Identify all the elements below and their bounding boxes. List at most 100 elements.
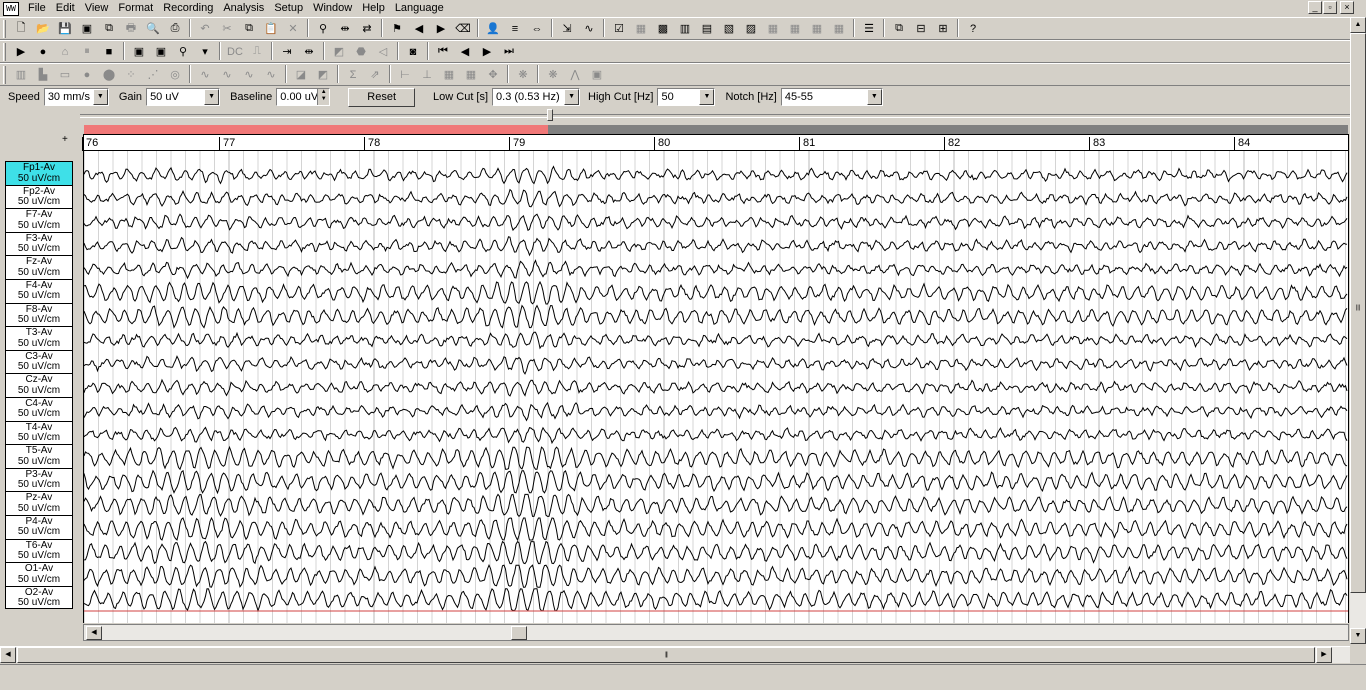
check-icon[interactable]: ☑ [608,19,630,39]
compress-icon[interactable]: ⇲ [556,19,578,39]
grid2-icon[interactable]: ▦ [460,65,482,85]
copy2-icon[interactable]: ⧉ [238,19,260,39]
toolbar-grip[interactable] [3,19,6,38]
camera-icon[interactable]: ⌂ [54,42,76,62]
cut-icon[interactable]: ✂ [216,19,238,39]
channel-label-p4-av[interactable]: P4-Av 50 uV/cm [5,514,73,539]
trace-scroll-thumb[interactable] [511,626,527,640]
position-slider-thumb[interactable] [547,109,553,121]
trace-horizontal-scrollbar[interactable]: ◀ [83,624,1349,641]
channel-label-t3-av[interactable]: T3-Av 50 uV/cm [5,326,73,350]
channel-label-c4-av[interactable]: C4-Av 50 uV/cm [5,396,73,421]
speed-select[interactable]: 30 mm/s ▼ [43,88,109,106]
scroll-left-icon[interactable]: ◀ [86,626,102,640]
eeg-trace-area[interactable] [83,151,1349,623]
channel-label-t5-av[interactable]: T5-Av 50 uV/cm [5,444,73,468]
marker-next-icon[interactable]: ▶ [430,19,452,39]
bars-icon[interactable]: ▥ [10,65,32,85]
calibrate-icon[interactable]: ⎍ [246,42,268,62]
cascade-icon[interactable]: ⧉ [888,19,910,39]
channel-label-t6-av[interactable]: T6-Av 50 uV/cm [5,538,73,563]
cursor-v-icon[interactable]: ⊥ [416,65,438,85]
print-icon[interactable]: 🖶 [120,19,142,39]
channel-label-f3-av[interactable]: F3-Av 50 uV/cm [5,231,73,256]
toolbar-grip[interactable] [3,65,6,84]
paste-icon[interactable]: 📋 [260,19,282,39]
baseline-spinner[interactable]: 0.00 uV ▲ ▼ [276,88,331,106]
brain-icon[interactable]: ❋ [512,65,534,85]
tile-v-icon[interactable]: ⊞ [932,19,954,39]
close-button[interactable]: × [1340,1,1354,14]
save-icon[interactable]: 💾 [54,19,76,39]
channel-label-f4-av[interactable]: F4-Av 50 uV/cm [5,278,73,303]
filter-icon[interactable]: ∿ [578,19,600,39]
menu-window[interactable]: Window [308,0,357,17]
chart-icon[interactable]: ⇗ [364,65,386,85]
slash-box2-icon[interactable]: ◩ [312,65,334,85]
help-icon[interactable]: ? [962,19,984,39]
reset-button[interactable]: Reset [348,87,416,107]
stat-icon[interactable]: ▙ [32,65,54,85]
chevron-down-icon[interactable]: ▼ [204,89,220,105]
cursor-h-icon[interactable]: ⊢ [394,65,416,85]
channel-label-f8-av[interactable]: F8-Av 50 uV/cm [5,302,73,327]
spike-icon[interactable]: ⋀ [564,65,586,85]
recording-progress-bar[interactable] [84,125,1348,134]
rewind-icon[interactable]: ⏮ [432,42,454,62]
menu-recording[interactable]: Recording [158,0,218,17]
channel-label-p3-av[interactable]: P3-Av 50 uV/cm [5,467,73,492]
brain2-icon[interactable]: ❋ [542,65,564,85]
map3-icon[interactable]: ▥ [674,19,696,39]
scroll-left-icon[interactable]: ◀ [0,647,16,663]
sound-icon[interactable]: ◁ [372,42,394,62]
channel-label-fz-av[interactable]: Fz-Av 50 uV/cm [5,255,73,279]
scatter-icon[interactable]: ⋰ [142,65,164,85]
map2-icon[interactable]: ▩ [652,19,674,39]
channel-label-cz-av[interactable]: Cz-Av 50 uV/cm [5,373,73,397]
montage-icon[interactable]: ≡ [504,19,526,39]
undo-icon[interactable]: ↶ [194,19,216,39]
photo2-icon[interactable]: ▣ [150,42,172,62]
map9-icon[interactable]: ▦ [806,19,828,39]
scroll-up-icon[interactable]: ▲ [1350,17,1366,33]
list-icon[interactable]: ☰ [858,19,880,39]
baseline-value[interactable]: 0.00 uV [277,91,317,103]
rect-icon[interactable]: ▭ [54,65,76,85]
fit-icon[interactable]: ⇔ [526,19,548,39]
restore-button[interactable]: ▫ [1323,1,1337,14]
move-icon[interactable]: ✥ [482,65,504,85]
zoom-icon[interactable]: ⚲ [172,42,194,62]
minimize-button[interactable]: _ [1308,1,1322,14]
map4-icon[interactable]: ▤ [696,19,718,39]
menu-edit[interactable]: Edit [51,0,80,17]
menu-file[interactable]: File [23,0,51,17]
marker-icon[interactable]: ⚑ [386,19,408,39]
menu-format[interactable]: Format [113,0,158,17]
grid1-icon[interactable]: ▦ [438,65,460,85]
toolbar-grip[interactable] [3,42,6,61]
pause-icon[interactable]: ⏸ [76,42,98,62]
horizontal-scroll-thumb[interactable]: ||| [17,647,1315,663]
chevron-down-icon[interactable]: ▼ [699,89,715,105]
slash-box-icon[interactable]: ◪ [290,65,312,85]
notch-select[interactable]: 45-55 ▼ [780,88,883,106]
menu-setup[interactable]: Setup [269,0,308,17]
chevron-down-icon[interactable]: ▼ [866,89,882,105]
marker-prev-icon[interactable]: ◀ [408,19,430,39]
scroll-right-icon[interactable]: ▶ [1316,647,1332,663]
print-setup-icon[interactable]: ⎙ [164,19,186,39]
menu-language[interactable]: Language [390,0,449,17]
find-icon[interactable]: ⚲ [312,19,334,39]
menu-help[interactable]: Help [357,0,390,17]
channel-label-fp1-av[interactable]: Fp1-Av 50 uV/cm [5,161,73,185]
wave3-icon[interactable]: ∿ [238,65,260,85]
fast-forward-icon[interactable]: ⏭ [498,42,520,62]
channel-label-pz-av[interactable]: Pz-Av 50 uV/cm [5,491,73,515]
stim2-icon[interactable]: ⇹ [298,42,320,62]
hyperv-icon[interactable]: ⬣ [350,42,372,62]
tile-h-icon[interactable]: ⊟ [910,19,932,39]
sigma-icon[interactable]: Σ [342,65,364,85]
highcut-select[interactable]: 50 ▼ [657,88,716,106]
position-slider-track[interactable] [80,114,1350,118]
marker-delete-icon[interactable]: ⌫ [452,19,474,39]
